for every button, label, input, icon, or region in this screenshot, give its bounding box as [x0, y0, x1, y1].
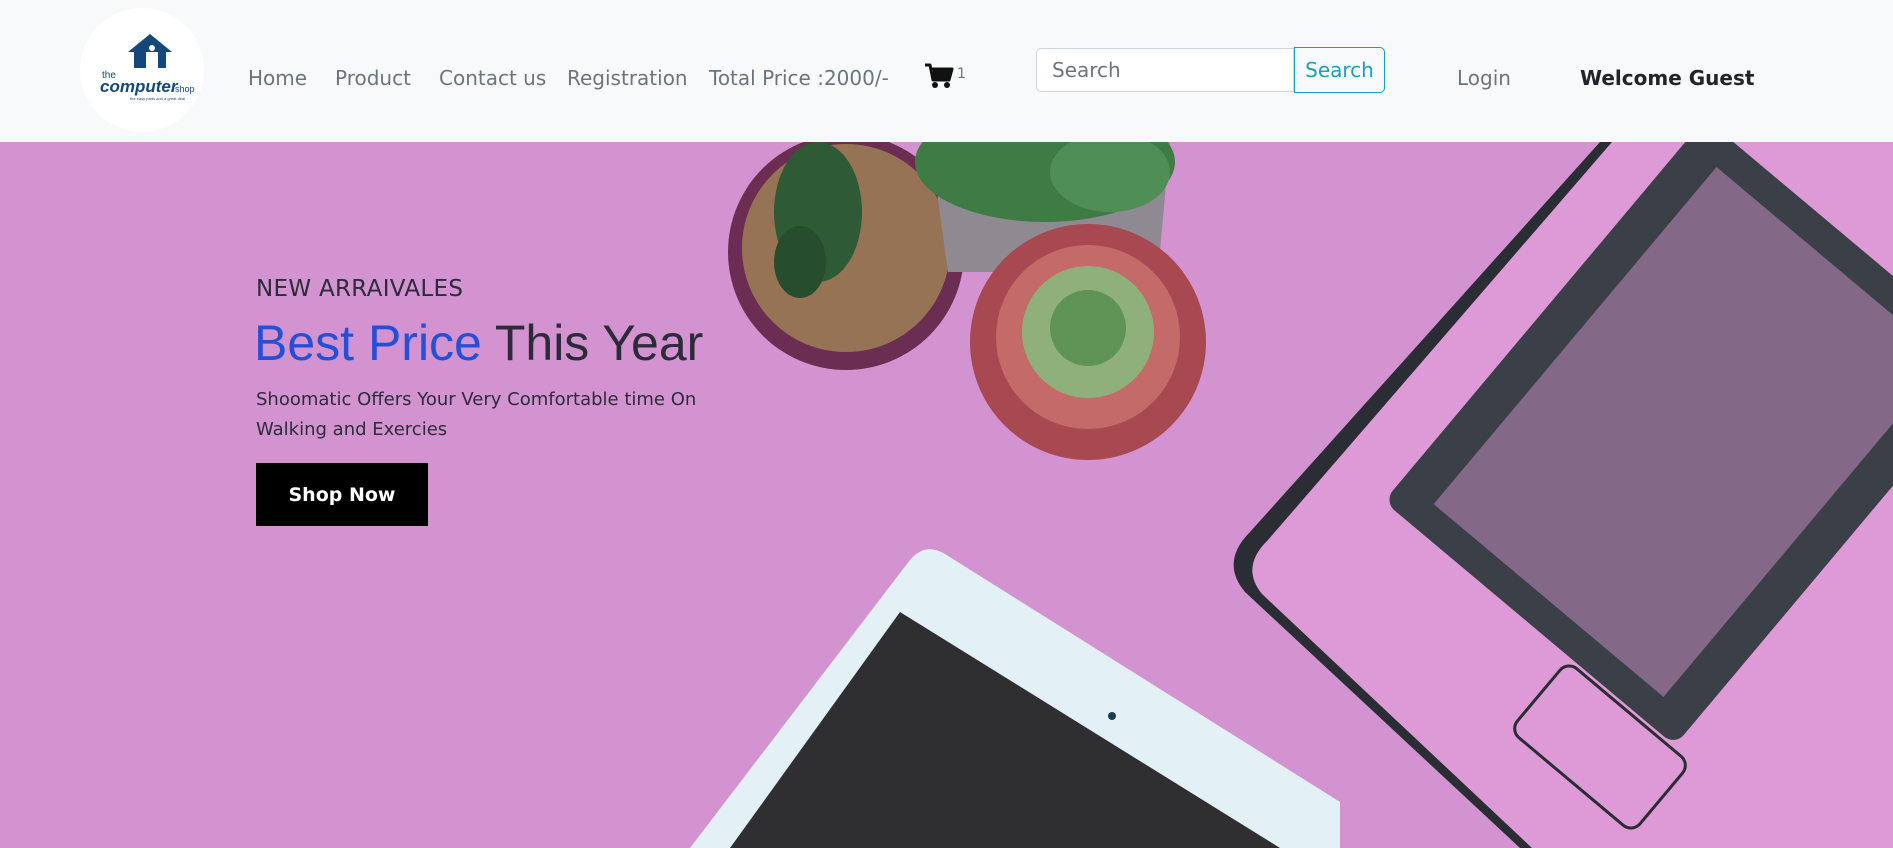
cart-icon — [925, 63, 954, 88]
login-link[interactable]: Login — [1457, 66, 1511, 90]
shop-now-button[interactable]: Shop Now — [256, 463, 428, 526]
hero-description: Shoomatic Offers Your Very Comfortable t… — [256, 389, 697, 440]
cart-count-badge: 1 — [957, 66, 966, 82]
hero-title-rest: This Year — [481, 315, 704, 371]
laptop-icon — [1233, 142, 1893, 848]
search-input[interactable] — [1036, 48, 1294, 92]
svg-text:the easy parts and a great dea: the easy parts and a great deal — [130, 96, 185, 101]
hero-eyebrow: NEW ARRAIVALES — [256, 276, 464, 302]
nav-total-price[interactable]: Total Price :2000/- — [709, 66, 889, 90]
brand-logo[interactable]: the computer shop the easy parts and a g… — [80, 8, 204, 132]
svg-text:computer: computer — [100, 77, 179, 96]
navbar: the computer shop the easy parts and a g… — [0, 0, 1893, 142]
search-button[interactable]: Search — [1294, 47, 1385, 93]
nav-home[interactable]: Home — [248, 66, 307, 90]
tablet-icon — [690, 549, 1340, 848]
house-logo-icon: the computer shop the easy parts and a g… — [100, 34, 195, 101]
succulent-icon — [970, 224, 1206, 460]
hero-title: Best Price This Year — [254, 314, 703, 372]
hero-banner: NEW ARRAIVALES Best Price This Year Shoo… — [0, 142, 1893, 848]
nav-contact-us[interactable]: Contact us — [439, 66, 546, 90]
nav-product[interactable]: Product — [335, 66, 411, 90]
nav-registration[interactable]: Registration — [567, 66, 688, 90]
hero-title-accent: Best Price — [254, 315, 482, 371]
cart-button[interactable]: 1 — [924, 62, 984, 94]
welcome-text: Welcome Guest — [1580, 66, 1755, 90]
svg-text:shop: shop — [175, 84, 195, 94]
